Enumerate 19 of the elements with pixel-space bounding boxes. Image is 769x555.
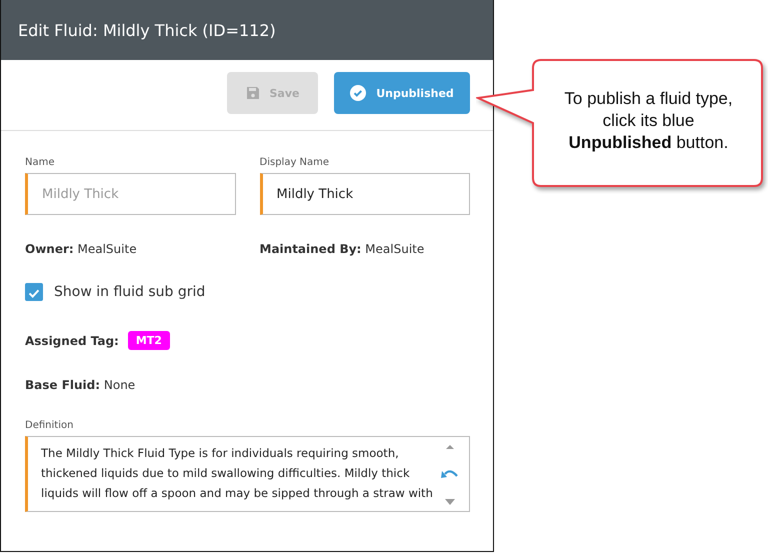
unpublished-button[interactable]: Unpublished <box>334 72 470 114</box>
owner-text: Owner: MealSuite <box>25 242 138 256</box>
maintained-by-text: Maintained By: MealSuite <box>260 242 426 256</box>
callout-text: To publish a fluid type, click its blue Unpublished button. <box>563 88 734 154</box>
base-fluid-text: Base Fluid: None <box>25 378 136 392</box>
field-label: Display Name <box>260 157 330 168</box>
checkbox-label: Show in fluid sub grid <box>54 284 206 300</box>
undo-icon <box>441 468 459 480</box>
checkbox[interactable] <box>25 283 43 301</box>
field-label: Name <box>25 157 56 168</box>
tag-badge: MT2 <box>128 331 170 350</box>
check-circle-icon <box>350 85 366 101</box>
scroll-down-icon <box>445 499 455 505</box>
scroll-up-icon <box>446 444 454 449</box>
assigned-tag-label: Assigned Tag: <box>25 334 119 348</box>
text-field[interactable]: Mildly Thick <box>260 173 470 215</box>
definition-field[interactable]: The Mildly Thick Fluid Type is for individuals requiring smooth, thickened liquids due to mild swallowing difficulties. Mildly thick liquids will flow off a spoon and may be sipped through a straw with <box>25 436 470 512</box>
field-label: Definition <box>25 420 74 431</box>
window-title: Edit Fluid: Mildly Thick (ID=112) <box>18 20 276 40</box>
